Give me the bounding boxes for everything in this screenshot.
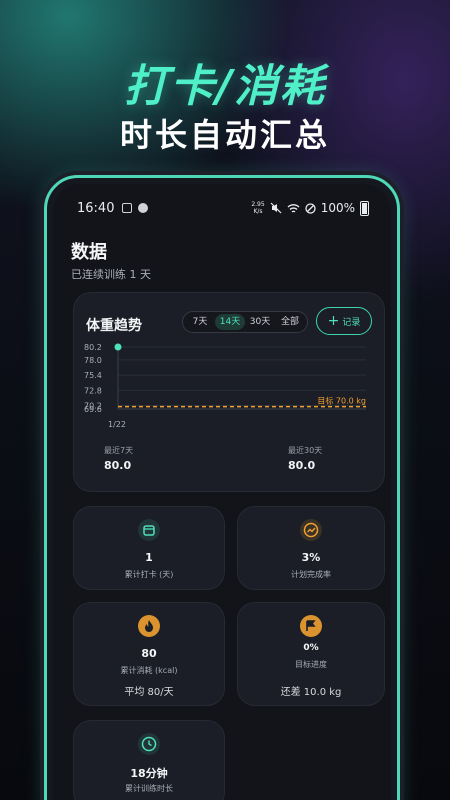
x-tick-label: 1/22 bbox=[108, 420, 126, 429]
chat-notification-icon bbox=[138, 203, 149, 213]
range-14-days[interactable]: 14天 bbox=[215, 314, 245, 330]
weight-card-title: 体重趋势 bbox=[86, 318, 142, 334]
y-tick-label: 78.0 bbox=[84, 356, 102, 365]
weight-chart-svg: 80.278.075.472.870.269.6目标 70.0 kg1/22 bbox=[84, 343, 366, 429]
network-speed-unit: K/s bbox=[253, 208, 263, 215]
range-all[interactable]: 全部 bbox=[275, 314, 305, 330]
y-tick-label: 72.8 bbox=[84, 386, 102, 395]
weight-trend-card: 体重趋势 7天 14天 30天 全部 + 记录 80.2 78.0 75.4 72.8… bbox=[73, 292, 385, 492]
y-tick-label: 80.2 bbox=[84, 343, 102, 352]
flame-icon bbox=[138, 615, 160, 637]
calories-burned-label: 累计消耗 (kcal) bbox=[120, 666, 178, 675]
training-streak: 已连续训练 1 天 bbox=[71, 268, 151, 281]
training-duration-value: 18分钟 bbox=[130, 767, 168, 780]
do-not-disturb-icon bbox=[305, 202, 316, 214]
range-7-days[interactable]: 7天 bbox=[185, 314, 215, 330]
checkin-days-value: 1 bbox=[145, 551, 153, 564]
calories-burned-card[interactable]: 80 累计消耗 (kcal) 平均 80/天 bbox=[73, 602, 225, 706]
add-record-button[interactable]: + 记录 bbox=[316, 307, 372, 335]
checkin-days-label: 累计打卡 (天) bbox=[124, 570, 174, 579]
plus-icon: + bbox=[327, 313, 340, 329]
checkin-days-card[interactable]: 1 累计打卡 (天) bbox=[73, 506, 225, 590]
wifi-icon bbox=[287, 203, 300, 213]
plan-completion-label: 计划完成率 bbox=[291, 570, 331, 579]
calendar-check-icon bbox=[138, 519, 160, 541]
plan-completion-value: 3% bbox=[301, 551, 321, 564]
status-right: 2.95 K/s 100% bbox=[251, 200, 369, 216]
page-title: 数据 bbox=[71, 242, 107, 263]
training-duration-label: 累计训练时长 bbox=[125, 784, 173, 793]
promo-subtitle: 时长自动汇总 bbox=[119, 116, 330, 154]
target-label: 目标 70.0 kg bbox=[317, 396, 366, 406]
flag-icon bbox=[300, 615, 322, 637]
y-tick-label: 75.4 bbox=[84, 371, 102, 380]
training-duration-card[interactable]: 18分钟 累计训练时长 bbox=[73, 720, 225, 800]
status-bar: 16:40 2.95 K/s 100% bbox=[77, 198, 369, 218]
calories-average: 平均 80/天 bbox=[124, 687, 174, 698]
calories-burned-value: 80 bbox=[141, 647, 157, 660]
goal-progress-value: 0% bbox=[303, 643, 319, 653]
network-speed-value: 2.95 bbox=[251, 201, 265, 208]
recent-7-days-label: 最近7天 bbox=[104, 446, 134, 455]
weight-data-point bbox=[114, 343, 122, 351]
range-selector: 7天 14天 30天 全部 bbox=[182, 311, 308, 333]
recent-30-days-label: 最近30天 bbox=[288, 446, 323, 455]
trend-up-icon bbox=[300, 519, 322, 541]
add-record-label: 记录 bbox=[342, 317, 361, 328]
phone-frame: 16:40 2.95 K/s 100% 数据 已连续训练 1 天 体重趋势 7天 bbox=[44, 175, 400, 800]
goal-progress-label: 目标进度 bbox=[295, 660, 327, 669]
promo-title: 打卡/消耗 bbox=[123, 61, 327, 112]
goal-progress-card[interactable]: 0% 目标进度 还差 10.0 kg bbox=[237, 602, 385, 706]
battery-icon bbox=[360, 200, 369, 216]
status-time: 16:40 bbox=[77, 200, 115, 216]
recent-7-days-value: 80.0 bbox=[104, 459, 132, 472]
phone-screen: 16:40 2.95 K/s 100% 数据 已连续训练 1 天 体重趋势 7天 bbox=[53, 184, 391, 800]
battery-percent: 100% bbox=[320, 201, 355, 215]
network-speed: 2.95 K/s bbox=[251, 201, 264, 215]
plan-completion-card[interactable]: 3% 计划完成率 bbox=[237, 506, 385, 590]
recent-30-days-value: 80.0 bbox=[288, 459, 316, 472]
mute-icon bbox=[270, 202, 282, 214]
gallery-notification-icon bbox=[122, 203, 133, 213]
goal-remaining: 还差 10.0 kg bbox=[280, 687, 342, 698]
weight-chart: 80.2 78.0 75.4 72.8 70.2 69.6 目标 70.0 kg 1/22 bbox=[84, 343, 374, 433]
range-30-days[interactable]: 30天 bbox=[245, 314, 275, 330]
y-tick-label: 69.6 bbox=[84, 405, 102, 414]
clock-icon bbox=[138, 733, 160, 755]
